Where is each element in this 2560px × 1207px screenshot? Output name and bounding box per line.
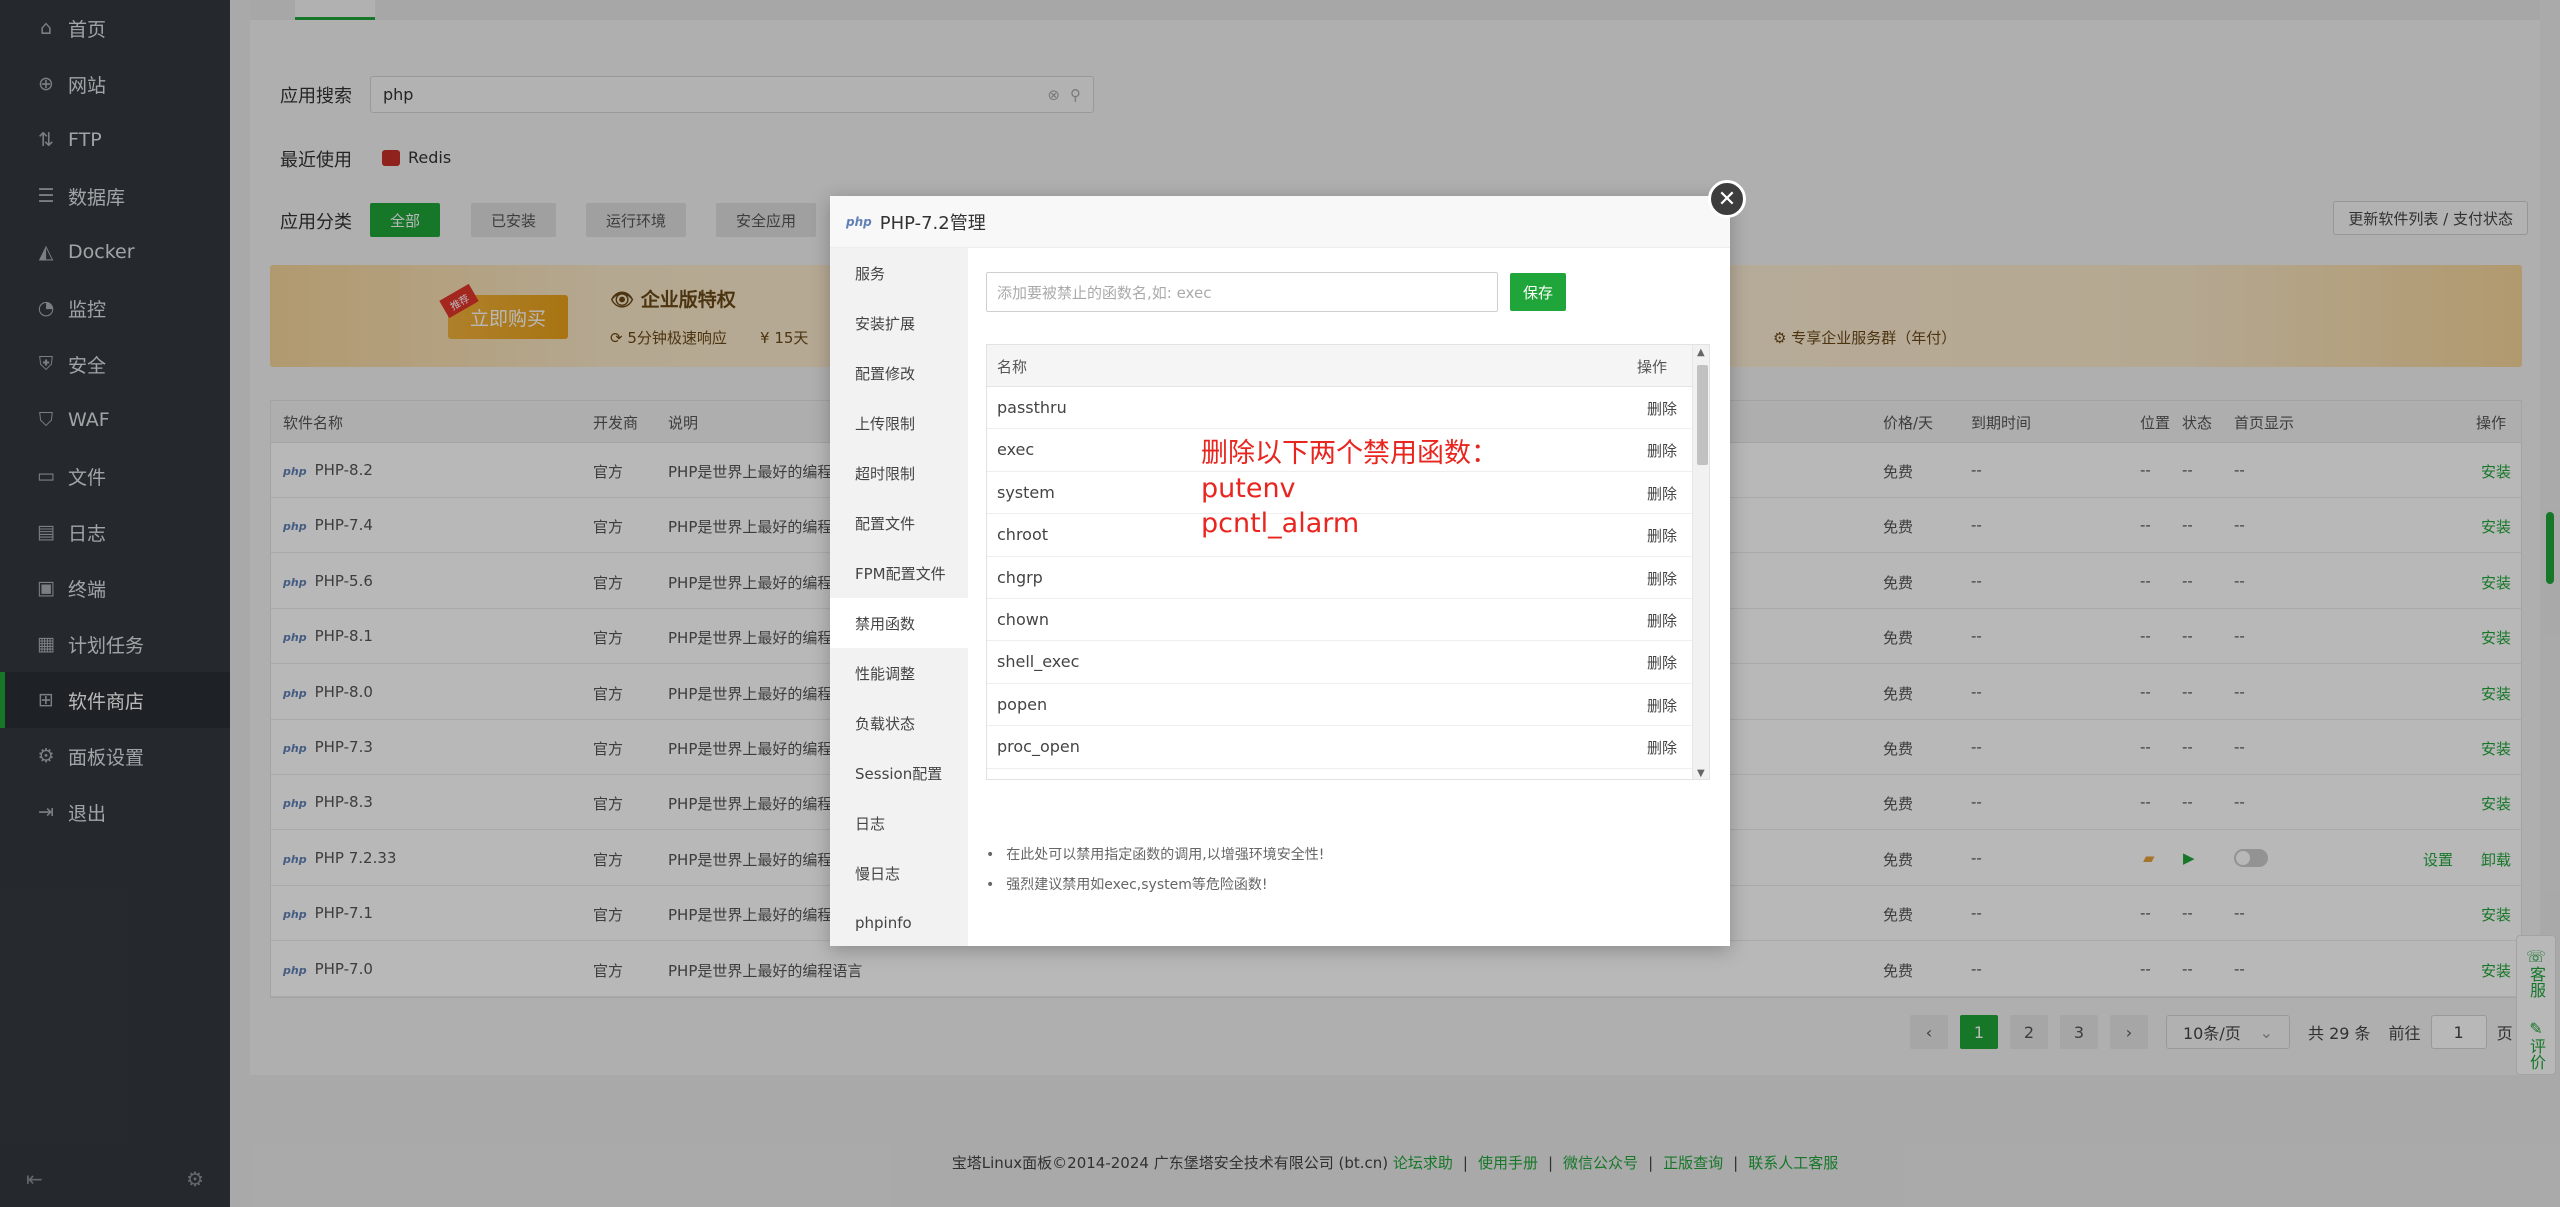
modal-menu-item[interactable]: 超时限制 — [830, 448, 968, 498]
annotation-line2: putenv — [1201, 473, 1296, 504]
function-row: chgrp 删除 — [987, 557, 1709, 599]
fn-table-header: 名称 操作 — [987, 345, 1709, 387]
delete-button[interactable]: 删除 — [1647, 398, 1677, 419]
function-row: popen 删除 — [987, 684, 1709, 727]
delete-button[interactable]: 删除 — [1647, 652, 1677, 673]
function-name: shell_exec — [997, 652, 1080, 672]
function-name: chroot — [997, 525, 1049, 545]
function-name: passthru — [997, 398, 1067, 417]
modal-content: 添加要被禁止的函数名,如: exec 保存 名称 操作 passthru 删除 ex… — [968, 248, 1730, 946]
modal-menu-item[interactable]: Session配置 — [830, 748, 968, 798]
modal-menu-item[interactable]: 安装扩展 — [830, 298, 968, 348]
tip-1: 在此处可以禁用指定函数的调用,以增强环境安全性! — [986, 840, 1324, 870]
function-row: proc_open 删除 — [987, 726, 1709, 769]
fn-col-op: 操作 — [1637, 358, 1668, 376]
modal-menu-item[interactable]: 配置文件 — [830, 498, 968, 548]
modal-side-menu: 服务 安装扩展 配置修改 上传限制 超时限制 配置文件 FPM配置文件 禁用函数 性能调整 负载状… — [830, 248, 968, 946]
modal-menu-item[interactable]: 上传限制 — [830, 398, 968, 448]
delete-button[interactable]: 删除 — [1647, 440, 1677, 461]
delete-button[interactable]: 删除 — [1647, 610, 1677, 631]
disable-function-input[interactable]: 添加要被禁止的函数名,如: exec — [986, 272, 1498, 312]
scroll-up-icon[interactable]: ▲ — [1697, 347, 1705, 358]
delete-button[interactable]: 删除 — [1647, 525, 1677, 546]
modal-menu-item[interactable]: 负载状态 — [830, 698, 968, 748]
function-name: system — [997, 482, 1055, 502]
modal-menu-item[interactable]: 配置修改 — [830, 348, 968, 398]
red-annotation: 删除以下两个禁用函数： putenv pcntl_alarm — [1201, 436, 1498, 541]
function-row: shell_exec 删除 — [987, 641, 1709, 684]
scroll-down-icon[interactable]: ▼ — [1697, 768, 1705, 779]
disable-function-placeholder: 添加要被禁止的函数名,如: exec — [997, 283, 1212, 302]
tip-2: 强烈建议禁用如exec,system等危险函数! — [986, 870, 1324, 900]
modal-close-button[interactable]: ✕ — [1708, 180, 1746, 218]
modal-menu-item[interactable]: 性能调整 — [830, 648, 968, 698]
scroll-thumb[interactable] — [1697, 365, 1708, 465]
function-name: chgrp — [997, 567, 1043, 587]
delete-button[interactable]: 删除 — [1647, 568, 1677, 589]
delete-button[interactable]: 删除 — [1647, 737, 1677, 758]
php-manage-modal: php PHP-7.2管理 服务 安装扩展 配置修改 上传限制 超时限制 配置文件 FPM配… — [830, 196, 1730, 946]
function-name: popen — [997, 694, 1048, 714]
tips-list: 在此处可以禁用指定函数的调用,以增强环境安全性! 强烈建议禁用如exec,sys… — [986, 840, 1324, 900]
function-row: chown 删除 — [987, 599, 1709, 642]
modal-menu-item[interactable]: FPM配置文件 — [830, 548, 968, 598]
modal-header: php PHP-7.2管理 — [830, 196, 1730, 248]
modal-menu-item[interactable]: 慢日志 — [830, 848, 968, 898]
function-name: chown — [997, 609, 1049, 629]
modal-menu-item[interactable]: 日志 — [830, 798, 968, 848]
close-icon: ✕ — [1717, 186, 1737, 212]
delete-button[interactable]: 删除 — [1647, 483, 1677, 504]
disabled-functions-table: 名称 操作 passthru 删除 exec 删除 system 删除 chroot 删除 ch… — [986, 344, 1710, 780]
annotation-line1: 删除以下两个禁用函数： — [1201, 438, 1498, 469]
delete-button[interactable]: 删除 — [1647, 695, 1677, 716]
annotation-line3: pcntl_alarm — [1201, 508, 1360, 539]
fn-table-scrollbar[interactable]: ▲ ▼ — [1692, 345, 1709, 779]
function-row: passthru 删除 — [987, 387, 1709, 430]
modal-menu-item[interactable]: 服务 — [830, 248, 968, 298]
modal-menu-item[interactable]: phpinfo — [830, 898, 968, 948]
fn-col-name: 名称 — [997, 358, 1028, 376]
function-name: proc_open — [997, 737, 1080, 757]
save-button[interactable]: 保存 — [1510, 273, 1566, 311]
modal-menu-item[interactable]: 禁用函数 — [830, 598, 968, 648]
php-logo-icon: php — [846, 214, 872, 229]
function-name: exec — [997, 440, 1035, 460]
modal-title: PHP-7.2管理 — [879, 212, 986, 234]
